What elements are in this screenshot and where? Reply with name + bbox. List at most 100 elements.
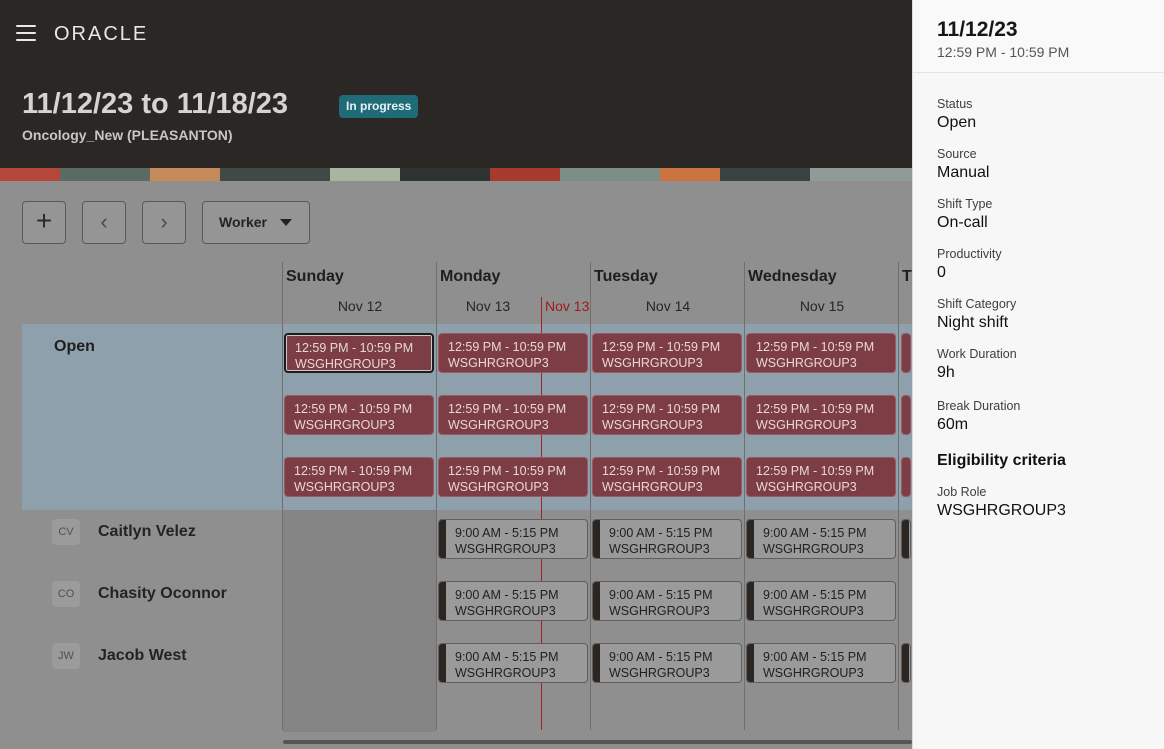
open-shift-card[interactable]: 12:59 PM - 10:59 PM WSGHRGROUP3 bbox=[592, 395, 742, 435]
assigned-shift-card[interactable]: 9:00 AM - 5:15 PM WSGHRGROUP3 bbox=[746, 581, 896, 621]
field-status: Status Open bbox=[937, 97, 976, 132]
shift-group: WSGHRGROUP3 bbox=[455, 604, 556, 618]
open-shift-card[interactable]: 12:59 PM - 10:59 PM WSGHRGROUP3 bbox=[746, 457, 896, 497]
shift-time: 9:00 AM - 5:15 PM bbox=[609, 526, 713, 540]
add-shift-button[interactable]: + bbox=[22, 201, 66, 244]
field-source: Source Manual bbox=[937, 147, 989, 182]
today-marker: Nov 13 bbox=[545, 298, 590, 314]
open-shift-card[interactable]: 12:59 PM - 10:59 PM WSGHRGROUP3 bbox=[438, 457, 588, 497]
assigned-shift-card[interactable]: 9:00 AM - 5:15 PM WSGHRGROUP3 bbox=[592, 643, 742, 683]
shift-time: 12:59 PM - 10:59 PM bbox=[294, 402, 413, 416]
shift-time: 9:00 AM - 5:15 PM bbox=[763, 526, 867, 540]
shift-time: 9:00 AM - 5:15 PM bbox=[763, 588, 867, 602]
shift-time: 12:59 PM - 10:59 PM bbox=[602, 402, 721, 416]
open-shift-card[interactable]: 12:59 PM - 10:59 PM WSGHRGROUP3 bbox=[284, 333, 434, 373]
open-shift-card[interactable]: 12:59 PM - 10:59 PM WSGHRGROUP3 bbox=[746, 395, 896, 435]
field-shift-category: Shift Category Night shift bbox=[937, 297, 1016, 332]
open-shift-card[interactable] bbox=[901, 395, 911, 435]
field-value: 0 bbox=[937, 264, 946, 281]
field-shift-type: Shift Type On-call bbox=[937, 197, 992, 232]
field-label: Shift Type bbox=[937, 197, 993, 211]
shift-group: WSGHRGROUP3 bbox=[756, 418, 857, 432]
open-shift-card[interactable]: 12:59 PM - 10:59 PM WSGHRGROUP3 bbox=[438, 333, 588, 373]
open-shift-card[interactable]: 12:59 PM - 10:59 PM WSGHRGROUP3 bbox=[438, 395, 588, 435]
open-shift-card[interactable] bbox=[901, 333, 911, 373]
shift-time: 12:59 PM - 10:59 PM bbox=[448, 464, 567, 478]
oracle-logo: ORACLE bbox=[54, 23, 149, 45]
shift-group: WSGHRGROUP3 bbox=[609, 666, 710, 680]
day-date: Nov 15 bbox=[799, 298, 845, 314]
hamburger-menu-icon[interactable] bbox=[16, 25, 36, 41]
assigned-shift-card[interactable]: 9:00 AM - 5:15 PM WSGHRGROUP3 bbox=[746, 643, 896, 683]
day-name: Wednesday bbox=[748, 268, 837, 285]
department-location: Oncology_New (PLEASANTON) bbox=[22, 127, 233, 143]
shift-group: WSGHRGROUP3 bbox=[763, 542, 864, 556]
field-value: 9h bbox=[937, 364, 955, 381]
shift-time: 9:00 AM - 5:15 PM bbox=[455, 650, 559, 664]
drawer-date: 11/12/23 bbox=[937, 18, 1018, 41]
shift-group: WSGHRGROUP3 bbox=[763, 604, 864, 618]
shift-group: WSGHRGROUP3 bbox=[763, 666, 864, 680]
shift-group: WSGHRGROUP3 bbox=[756, 480, 857, 494]
field-value: 60m bbox=[937, 416, 969, 433]
shift-time: 12:59 PM - 10:59 PM bbox=[602, 464, 721, 478]
field-value: WSGHRGROUP3 bbox=[937, 502, 1066, 519]
field-value: On-call bbox=[937, 214, 988, 231]
shift-group: WSGHRGROUP3 bbox=[455, 542, 556, 556]
field-label: Job Role bbox=[937, 485, 987, 499]
decorative-banner bbox=[0, 168, 912, 181]
shift-group: WSGHRGROUP3 bbox=[294, 480, 395, 494]
avatar: JW bbox=[52, 643, 80, 669]
shift-time: 12:59 PM - 10:59 PM bbox=[756, 402, 875, 416]
next-week-button[interactable]: › bbox=[142, 201, 186, 244]
worker-name: Jacob West bbox=[98, 647, 187, 664]
schedule-main: + ‹ › Worker Open Sunday Nov 12 Monday N… bbox=[0, 181, 912, 749]
shift-time: 9:00 AM - 5:15 PM bbox=[609, 650, 713, 664]
shift-group: WSGHRGROUP3 bbox=[448, 418, 549, 432]
assigned-shift-card[interactable] bbox=[901, 519, 911, 559]
open-shift-card[interactable]: 12:59 PM - 10:59 PM WSGHRGROUP3 bbox=[592, 333, 742, 373]
shift-time: 12:59 PM - 10:59 PM bbox=[602, 340, 721, 354]
shift-time: 12:59 PM - 10:59 PM bbox=[448, 402, 567, 416]
assigned-shift-card[interactable]: 9:00 AM - 5:15 PM WSGHRGROUP3 bbox=[592, 581, 742, 621]
assigned-shift-card[interactable]: 9:00 AM - 5:15 PM WSGHRGROUP3 bbox=[438, 643, 588, 683]
field-value: Night shift bbox=[937, 314, 1009, 331]
assigned-shift-card[interactable] bbox=[901, 643, 911, 683]
field-productivity: Productivity 0 bbox=[937, 247, 1002, 282]
field-label: Work Duration bbox=[937, 347, 1017, 361]
drawer-header: 11/12/23 12:59 PM - 10:59 PM bbox=[913, 0, 1164, 73]
open-row-label: Open bbox=[54, 338, 95, 355]
field-label: Break Duration bbox=[937, 399, 1021, 413]
field-label: Productivity bbox=[937, 247, 1002, 261]
shift-group: WSGHRGROUP3 bbox=[455, 666, 556, 680]
assigned-shift-card[interactable]: 9:00 AM - 5:15 PM WSGHRGROUP3 bbox=[438, 581, 588, 621]
view-by-select[interactable]: Worker bbox=[202, 201, 310, 244]
open-shift-card[interactable]: 12:59 PM - 10:59 PM WSGHRGROUP3 bbox=[284, 457, 434, 497]
open-shift-card[interactable]: 12:59 PM - 10:59 PM WSGHRGROUP3 bbox=[284, 395, 434, 435]
assigned-shift-card[interactable]: 9:00 AM - 5:15 PM WSGHRGROUP3 bbox=[592, 519, 742, 559]
day-name: Tuesday bbox=[594, 268, 658, 285]
field-value: Manual bbox=[937, 164, 990, 181]
shift-group: WSGHRGROUP3 bbox=[602, 356, 703, 370]
field-break-duration: Break Duration 60m bbox=[937, 399, 1020, 434]
shift-group: WSGHRGROUP3 bbox=[602, 480, 703, 494]
open-shift-card[interactable]: 12:59 PM - 10:59 PM WSGHRGROUP3 bbox=[746, 333, 896, 373]
shift-group: WSGHRGROUP3 bbox=[756, 356, 857, 370]
worker-name: Caitlyn Velez bbox=[98, 523, 196, 540]
shift-group: WSGHRGROUP3 bbox=[602, 418, 703, 432]
assigned-shift-card[interactable]: 9:00 AM - 5:15 PM WSGHRGROUP3 bbox=[746, 519, 896, 559]
shift-time: 9:00 AM - 5:15 PM bbox=[455, 588, 559, 602]
assigned-shift-card[interactable]: 9:00 AM - 5:15 PM WSGHRGROUP3 bbox=[438, 519, 588, 559]
previous-week-button[interactable]: ‹ bbox=[82, 201, 126, 244]
day-name: Monday bbox=[440, 268, 501, 285]
open-shift-card[interactable] bbox=[901, 457, 911, 497]
page-header: ORACLE 11/12/23 to 11/18/23 In progress … bbox=[0, 0, 912, 168]
shift-time: 12:59 PM - 10:59 PM bbox=[756, 340, 875, 354]
shift-group: WSGHRGROUP3 bbox=[448, 480, 549, 494]
schedule-period-title: 11/12/23 to 11/18/23 bbox=[22, 88, 289, 120]
shift-time: 12:59 PM - 10:59 PM bbox=[756, 464, 875, 478]
day-name: Sunday bbox=[286, 268, 344, 285]
horizontal-scrollbar[interactable] bbox=[283, 740, 912, 744]
view-by-value: Worker bbox=[219, 214, 267, 230]
open-shift-card[interactable]: 12:59 PM - 10:59 PM WSGHRGROUP3 bbox=[592, 457, 742, 497]
